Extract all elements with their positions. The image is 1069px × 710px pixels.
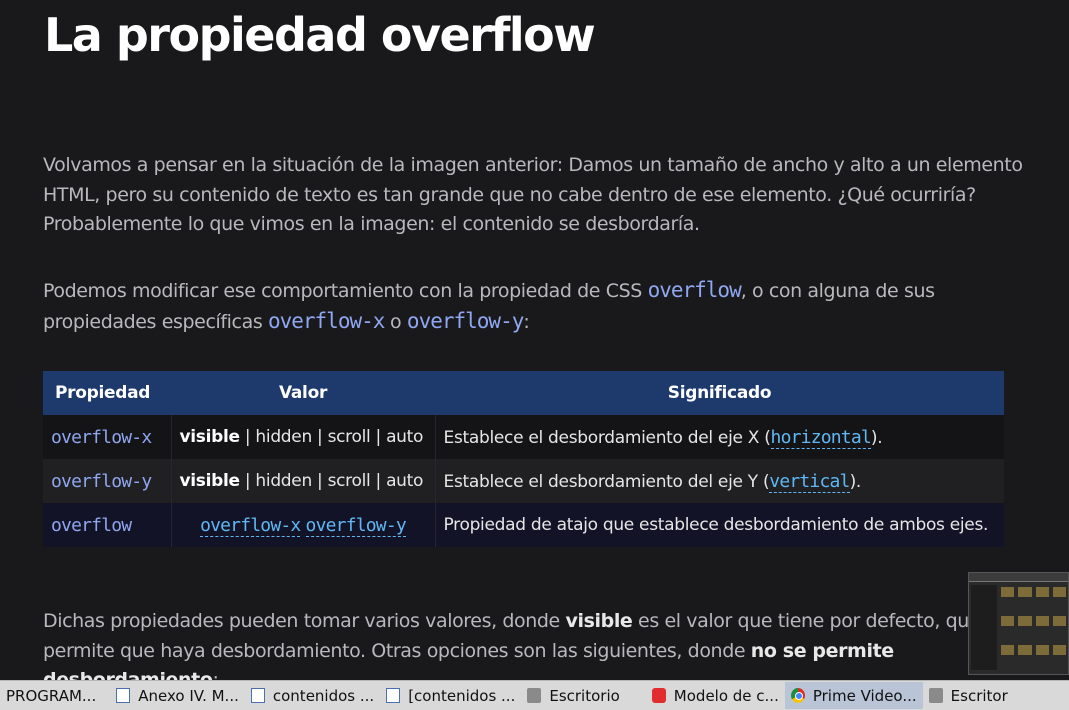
taskbar-item-contenidos[interactable]: contenidos ... (245, 682, 380, 709)
taskbar-label: Escritorio (549, 686, 620, 705)
value-cell: overflow-x overflow-y (171, 503, 436, 547)
table-row: overflow-x visible | hidden | scroll | a… (43, 415, 1004, 459)
table-row: overflow-y visible | hidden | scroll | a… (43, 459, 1004, 503)
property-cell: overflow (43, 503, 172, 547)
text-segment: Podemos modificar ese comportamiento con… (43, 280, 648, 302)
overflow-table: Propiedad Valor Significado overflow-x v… (43, 371, 1004, 547)
taskbar-item-program[interactable]: PROGRAM... (0, 682, 102, 709)
code-overflow-x: overflow-x (267, 308, 385, 333)
page-content: La propiedad overflow Volvamos a pensar … (0, 0, 1069, 680)
code-overflow: overflow (647, 278, 742, 302)
values-paragraph: Dichas propiedades pueden tomar varios v… (43, 607, 1033, 680)
document-icon (116, 688, 131, 703)
taskbar-item-escritorio[interactable]: Escritorio (521, 682, 625, 709)
folder-icon (527, 688, 542, 703)
table-header-row: Propiedad Valor Significado (43, 371, 1004, 415)
taskbar-item-contenidos-2[interactable]: [contenidos ... (380, 682, 521, 709)
header-valor: Valor (278, 383, 328, 403)
taskbar-label: [contenidos ... (408, 686, 516, 705)
overflow-y-link[interactable]: overflow-y (305, 514, 407, 537)
folder-icon (928, 688, 943, 703)
meaning-cell: Establece el desbordamiento del eje X (h… (435, 415, 1004, 459)
taskbar-item-escritorio-2[interactable]: Escritor (923, 682, 1014, 709)
intro-paragraph: Volvamos a pensar en la situación de la … (43, 154, 1023, 235)
taskbar: PROGRAM... Anexo IV. M... contenidos ...… (0, 680, 1069, 710)
meaning-cell: Establece el desbordamiento del eje Y (v… (435, 459, 1004, 503)
text-segment: o (384, 310, 407, 333)
meaning-text: ). (849, 471, 862, 492)
other-values: | hidden | scroll | auto (239, 471, 424, 491)
header-propiedad: Propiedad (55, 383, 151, 403)
window-preview-thumbnail[interactable] (968, 572, 1069, 675)
property-cell: overflow-x (43, 415, 172, 459)
taskbar-label: Prime Video... (812, 686, 917, 705)
other-values: | hidden | scroll | auto (239, 427, 424, 447)
header-significado: Significado (667, 383, 772, 403)
code-overflow-y: overflow-y (406, 308, 524, 333)
taskbar-item-anexo[interactable]: Anexo IV. M... (110, 682, 245, 709)
taskbar-label: Anexo IV. M... (138, 686, 239, 705)
document-icon (250, 688, 265, 703)
value-cell: visible | hidden | scroll | auto (171, 415, 436, 459)
vivaldi-icon (651, 688, 666, 703)
taskbar-item-prime-video[interactable]: Prime Video... (784, 682, 923, 709)
meaning-cell: Propiedad de atajo que establece desbord… (443, 515, 989, 535)
vertical-link[interactable]: vertical (769, 470, 850, 493)
overflow-paragraph: Podemos modificar ese comportamiento con… (43, 276, 1033, 337)
taskbar-label: contenidos ... (272, 686, 375, 705)
horizontal-link[interactable]: horizontal (770, 426, 872, 449)
table-row: overflow overflow-x overflow-y Propiedad… (43, 503, 1004, 547)
text-segment: : (523, 310, 530, 333)
taskbar-label: Escritor (950, 686, 1008, 705)
meaning-text: Establece el desbordamiento del eje X ( (443, 427, 771, 448)
overflow-x-link[interactable]: overflow-x (200, 514, 301, 537)
document-icon (386, 688, 401, 703)
thumbnail-sidebar (971, 585, 997, 670)
chrome-icon (790, 688, 805, 703)
page-title: La propiedad overflow (44, 8, 596, 62)
default-value: visible (179, 427, 241, 447)
value-cell: visible | hidden | scroll | auto (171, 459, 436, 503)
taskbar-label: PROGRAM... (6, 686, 97, 705)
meaning-text: Establece el desbordamiento del eje Y ( (443, 471, 770, 492)
thumbnail-titlebar (969, 573, 1068, 582)
text-segment: Dichas propiedades pueden tomar varios v… (43, 610, 566, 632)
default-value: visible (179, 471, 241, 491)
meaning-text: ). (870, 427, 883, 448)
thumbnail-file-grid (1001, 587, 1066, 670)
property-cell: overflow-y (43, 459, 172, 503)
text-segment: : (212, 669, 219, 680)
taskbar-label: Modelo de c... (673, 686, 779, 705)
bold-visible: visible (565, 610, 633, 632)
taskbar-item-modelo[interactable]: Modelo de c... (646, 682, 785, 709)
